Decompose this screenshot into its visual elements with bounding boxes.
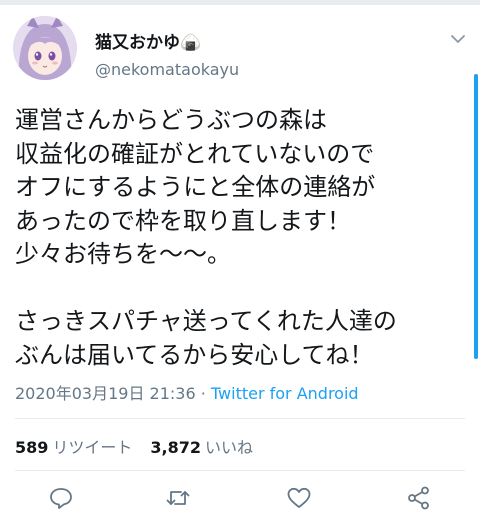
likes-label: いいね: [205, 438, 254, 457]
display-name[interactable]: 猫又おかゆ🍙: [95, 28, 201, 53]
tweet-source[interactable]: Twitter for Android: [211, 384, 359, 403]
chevron-down-icon[interactable]: [448, 32, 468, 46]
retweets-stat[interactable]: 589 リツイート: [15, 438, 132, 457]
tweet-line-blank: [15, 272, 470, 306]
tweet-timestamp[interactable]: 2020年03月19日 21:36: [15, 384, 196, 403]
divider: [15, 470, 465, 471]
likes-stat[interactable]: 3,872 いいね: [150, 438, 253, 457]
tweet-line: さっきスパチャ送ってくれた人達の: [15, 307, 397, 335]
retweet-icon: [166, 491, 190, 505]
scrollbar[interactable]: [474, 74, 478, 359]
reply-button[interactable]: [47, 484, 75, 512]
tweet-line: あったので枠を取り直します！: [15, 206, 351, 235]
tweet-line: 少々お待ちを〜〜。: [15, 240, 231, 268]
share-icon: [408, 486, 429, 510]
likes-count: 3,872: [150, 438, 202, 457]
tweet-meta: 2020年03月19日 21:36 · Twitter for Android: [15, 380, 359, 404]
retweets-label: リツイート: [52, 438, 133, 457]
avatar-girl-icon: [13, 16, 77, 80]
like-icon: [287, 487, 311, 508]
retweets-count: 589: [15, 438, 49, 457]
top-border: [0, 0, 480, 5]
tweet-line: ぶんは届いてるから安心してね！: [15, 340, 374, 369]
share-button[interactable]: [405, 484, 433, 512]
tweet-line: 運営さんからどうぶつの森は: [15, 106, 327, 134]
meta-separator: ·: [195, 384, 211, 403]
like-button[interactable]: [285, 484, 313, 512]
divider: [15, 418, 465, 419]
retweet-button[interactable]: [164, 484, 192, 512]
user-handle[interactable]: @nekomataokayu: [95, 60, 239, 79]
reply-icon: [50, 488, 72, 509]
tweet-line: オフにするようにと全体の連絡が: [15, 173, 376, 201]
tweet-stats: 589 リツイート 3,872 いいね: [15, 434, 271, 458]
tweet-text: 運営さんからどうぶつの森は 収益化の確証がとれていないので オフにするようにと全…: [15, 104, 470, 372]
avatar[interactable]: [13, 16, 77, 80]
tweet-line: 収益化の確証がとれていないので: [15, 139, 375, 168]
